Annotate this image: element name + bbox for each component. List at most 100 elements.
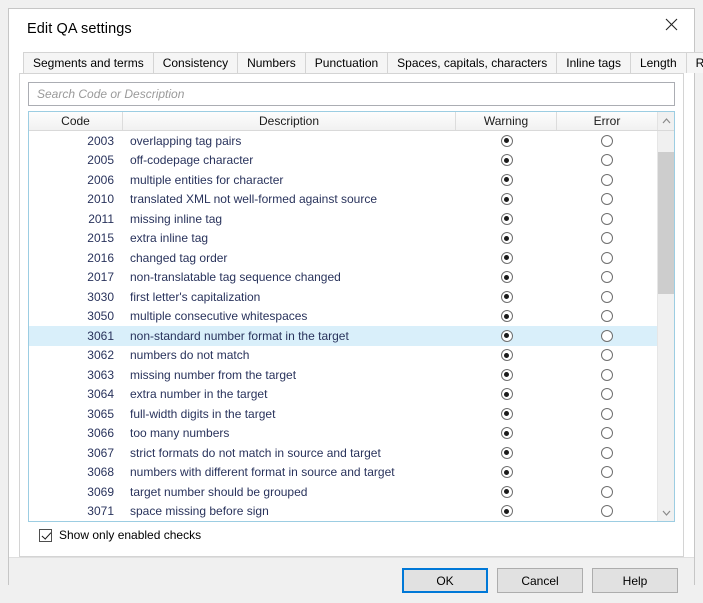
cell-error[interactable] [557,174,657,186]
error-radio[interactable] [601,408,613,420]
table-row[interactable]: 2005off-codepage character [29,151,657,171]
cell-warning[interactable] [456,174,557,186]
tab-numbers[interactable]: Numbers [237,52,306,73]
cell-error[interactable] [557,505,657,517]
scrollbar-thumb[interactable] [658,152,674,294]
error-radio[interactable] [601,369,613,381]
column-header-error[interactable]: Error [557,112,657,130]
warning-radio[interactable] [501,369,513,381]
warning-radio[interactable] [501,330,513,342]
cell-warning[interactable] [456,330,557,342]
tab-punctuation[interactable]: Punctuation [305,52,388,73]
warning-radio[interactable] [501,408,513,420]
cell-warning[interactable] [456,466,557,478]
error-radio[interactable] [601,232,613,244]
warning-radio[interactable] [501,388,513,400]
tab-spaces-capitals-characters[interactable]: Spaces, capitals, characters [387,52,557,73]
cell-error[interactable] [557,388,657,400]
warning-radio[interactable] [501,505,513,517]
error-radio[interactable] [601,193,613,205]
cell-warning[interactable] [456,349,557,361]
table-row[interactable]: 3030first letter's capitalization [29,287,657,307]
cell-warning[interactable] [456,447,557,459]
warning-radio[interactable] [501,174,513,186]
table-row[interactable]: 2003overlapping tag pairs [29,131,657,151]
cell-error[interactable] [557,271,657,283]
cell-error[interactable] [557,213,657,225]
column-header-description[interactable]: Description [123,112,456,130]
ok-button[interactable]: OK [402,568,488,593]
error-radio[interactable] [601,291,613,303]
cell-warning[interactable] [456,135,557,147]
table-row[interactable]: 2017non-translatable tag sequence change… [29,268,657,288]
show-only-enabled-checkbox[interactable] [39,529,52,542]
cell-warning[interactable] [456,252,557,264]
scrollbar-track[interactable] [658,148,674,504]
table-row[interactable]: 3064extra number in the target [29,385,657,405]
tab-length[interactable]: Length [630,52,687,73]
cell-error[interactable] [557,486,657,498]
cell-error[interactable] [557,447,657,459]
cell-error[interactable] [557,330,657,342]
error-radio[interactable] [601,486,613,498]
cell-error[interactable] [557,349,657,361]
warning-radio[interactable] [501,154,513,166]
error-radio[interactable] [601,388,613,400]
warning-radio[interactable] [501,466,513,478]
search-box[interactable] [28,82,675,106]
cell-warning[interactable] [456,232,557,244]
cell-error[interactable] [557,252,657,264]
cell-warning[interactable] [456,291,557,303]
vertical-scrollbar[interactable] [657,131,674,521]
tab-segments-and-terms[interactable]: Segments and terms [23,52,154,73]
cell-warning[interactable] [456,427,557,439]
column-header-warning[interactable]: Warning [456,112,557,130]
error-radio[interactable] [601,174,613,186]
cell-warning[interactable] [456,154,557,166]
error-radio[interactable] [601,505,613,517]
table-row[interactable]: 2011missing inline tag [29,209,657,229]
error-radio[interactable] [601,271,613,283]
table-row[interactable]: 3069target number should be grouped [29,482,657,502]
table-row[interactable]: 3068numbers with different format in sou… [29,463,657,483]
error-radio[interactable] [601,310,613,322]
tab-consistency[interactable]: Consistency [153,52,238,73]
cell-warning[interactable] [456,486,557,498]
cell-error[interactable] [557,466,657,478]
table-row[interactable]: 3066too many numbers [29,424,657,444]
warning-radio[interactable] [501,193,513,205]
cell-error[interactable] [557,310,657,322]
tab-inline-tags[interactable]: Inline tags [556,52,631,73]
tab-regex[interactable]: Regex [686,52,703,73]
cell-warning[interactable] [456,271,557,283]
table-row[interactable]: 2015extra inline tag [29,229,657,249]
close-icon[interactable] [649,9,694,39]
cancel-button[interactable]: Cancel [497,568,583,593]
table-row[interactable]: 2006multiple entities for character [29,170,657,190]
warning-radio[interactable] [501,291,513,303]
table-row[interactable]: 3063missing number from the target [29,365,657,385]
warning-radio[interactable] [501,310,513,322]
error-radio[interactable] [601,427,613,439]
table-row[interactable]: 3062numbers do not match [29,346,657,366]
warning-radio[interactable] [501,271,513,283]
cell-warning[interactable] [456,388,557,400]
table-row[interactable]: 3067strict formats do not match in sourc… [29,443,657,463]
error-radio[interactable] [601,252,613,264]
warning-radio[interactable] [501,232,513,244]
cell-error[interactable] [557,291,657,303]
warning-radio[interactable] [501,213,513,225]
table-row[interactable]: 2010translated XML not well-formed again… [29,190,657,210]
cell-error[interactable] [557,232,657,244]
cell-error[interactable] [557,369,657,381]
search-input[interactable] [35,86,668,102]
cell-error[interactable] [557,135,657,147]
cell-error[interactable] [557,408,657,420]
error-radio[interactable] [601,447,613,459]
cell-error[interactable] [557,193,657,205]
scroll-down-icon[interactable] [658,504,674,521]
table-row[interactable]: 2016changed tag order [29,248,657,268]
error-radio[interactable] [601,213,613,225]
warning-radio[interactable] [501,447,513,459]
error-radio[interactable] [601,154,613,166]
